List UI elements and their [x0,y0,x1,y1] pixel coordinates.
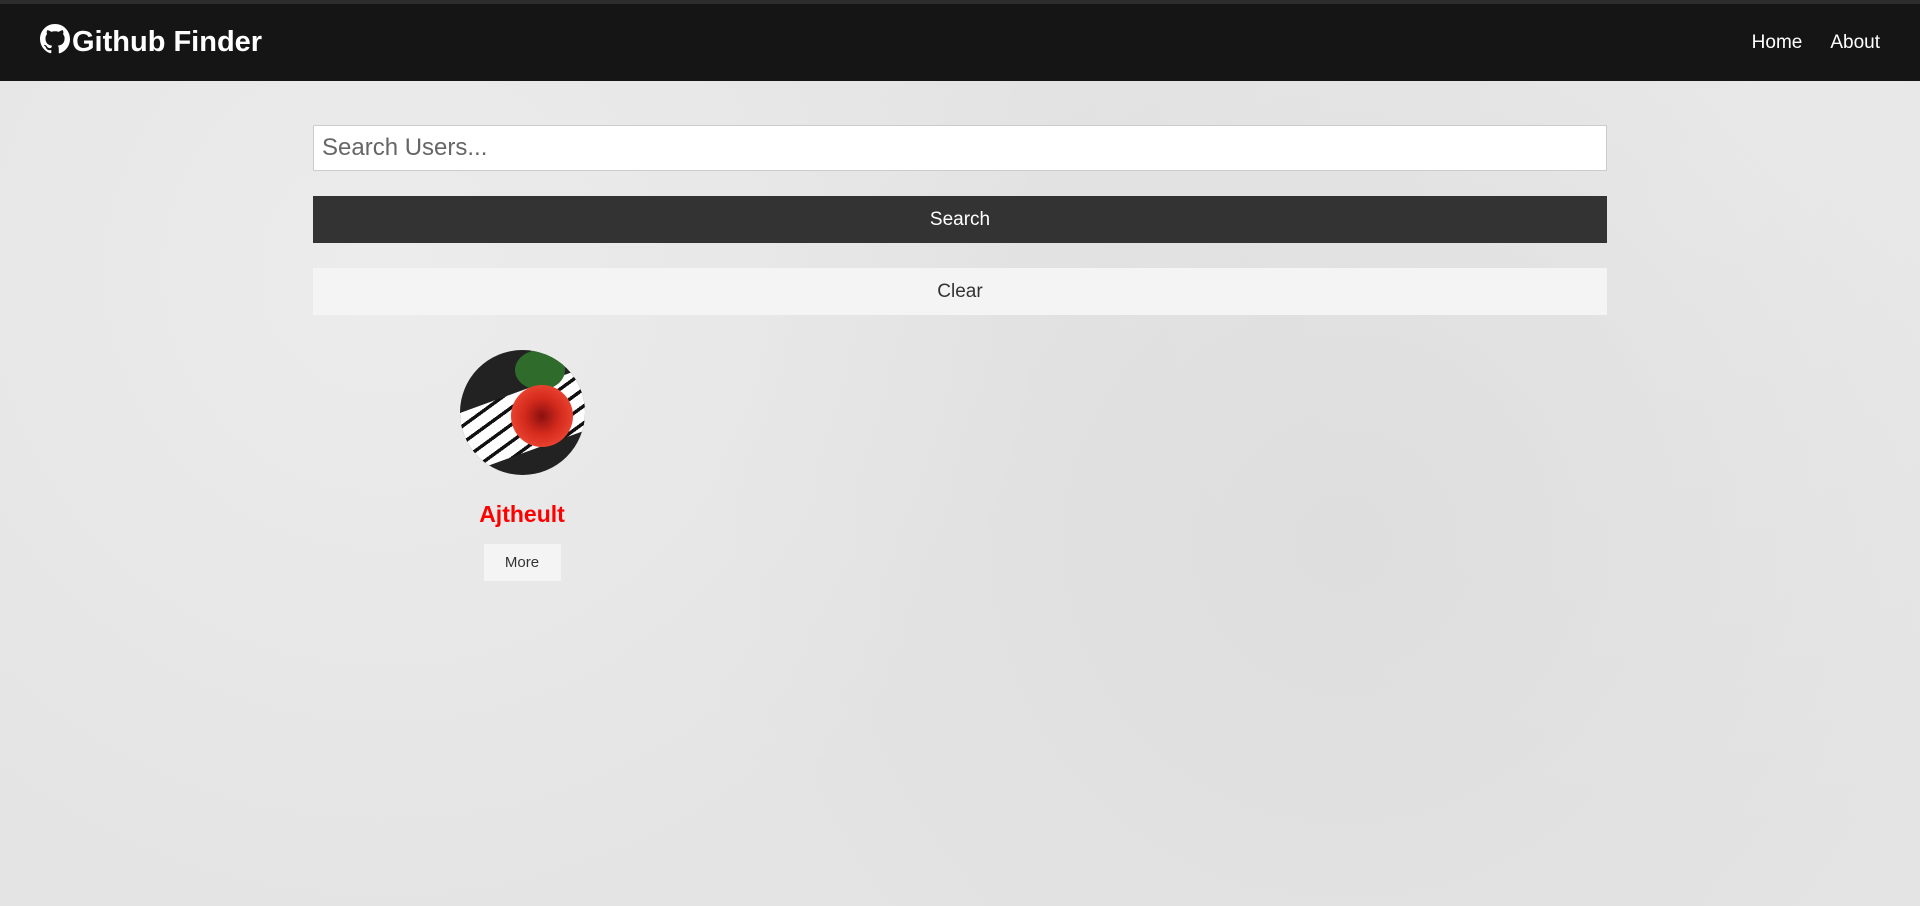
brand[interactable]: Github Finder [40,23,263,62]
user-card: Ajtheult More [422,350,622,581]
search-input[interactable] [313,125,1607,171]
user-avatar [459,350,585,475]
brand-title: Github Finder [72,26,263,58]
search-button[interactable]: Search [313,196,1607,243]
more-button[interactable]: More [483,544,561,581]
user-login: Ajtheult [479,501,565,527]
nav-home-link[interactable]: Home [1752,32,1803,54]
navbar: Github Finder Home About [0,4,1920,81]
nav-about-link[interactable]: About [1830,32,1880,54]
search-form: Search Clear [313,125,1607,315]
github-icon [40,23,72,62]
clear-button[interactable]: Clear [313,268,1607,315]
